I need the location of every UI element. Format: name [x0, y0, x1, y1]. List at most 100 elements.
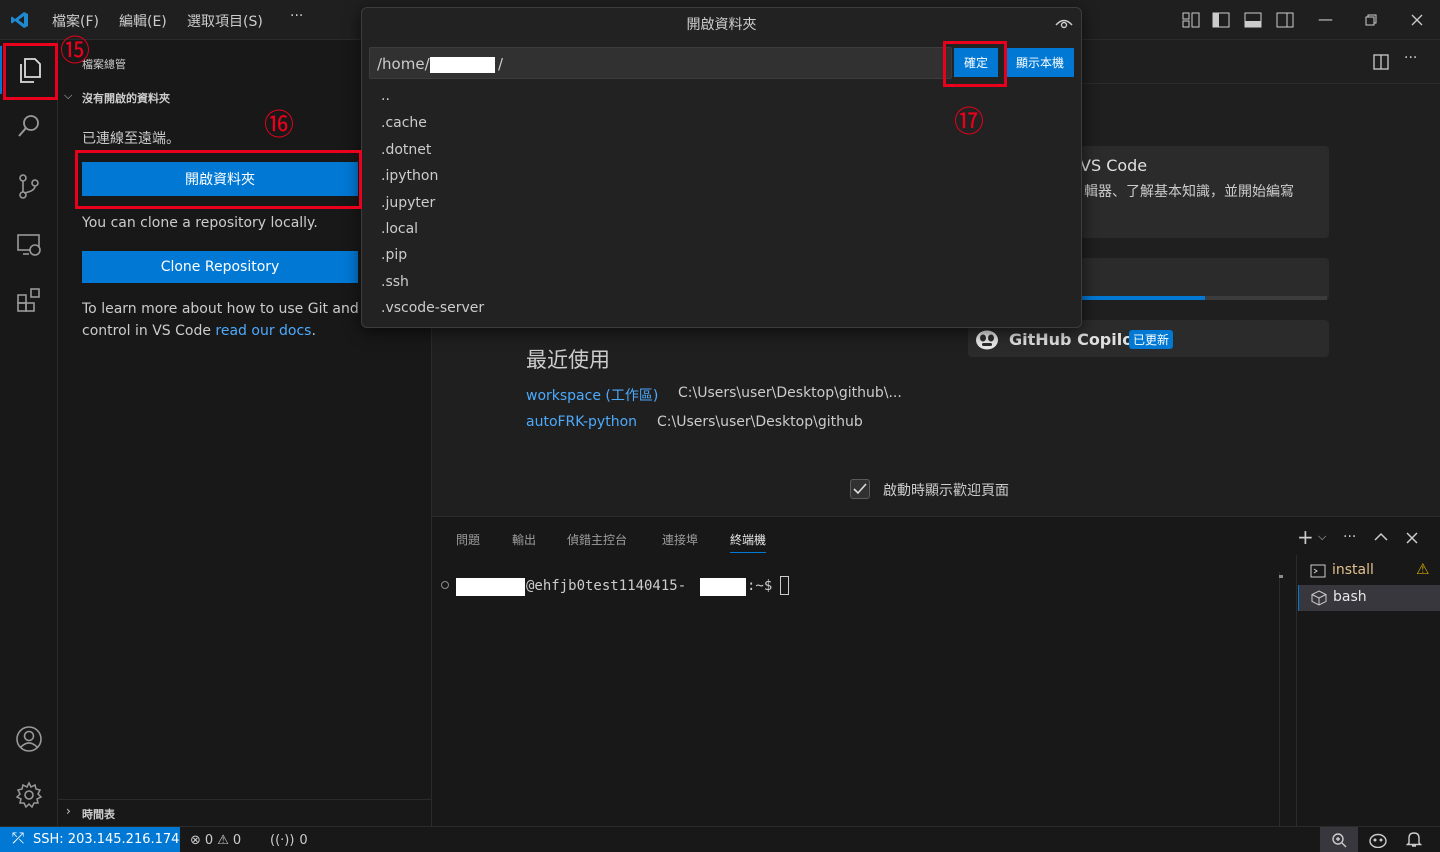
- chevron-right-icon[interactable]: ›: [66, 804, 71, 818]
- annotation-15: ⑮: [60, 34, 90, 69]
- show-hidden-files-eye-icon[interactable]: [1055, 16, 1073, 30]
- toggle-panel-icon[interactable]: [1244, 12, 1262, 28]
- problems-status[interactable]: ⊗ 0 ⚠ 0: [190, 830, 241, 850]
- walkthrough-title: VS Code: [1080, 156, 1148, 175]
- clone-hint-text: You can clone a repository locally.: [82, 215, 318, 231]
- search-icon[interactable]: [0, 102, 58, 150]
- status-bar: ⤱ SSH: 203.145.216.174 ⊗ 0 ⚠ 0 ((·)) 0: [0, 826, 1440, 852]
- clone-repository-button[interactable]: Clone Repository: [82, 251, 358, 283]
- folder-item-parent[interactable]: ..: [381, 88, 390, 104]
- terminal-area[interactable]: [432, 555, 1280, 827]
- warning-count: 0: [232, 832, 242, 848]
- recent-item-autofrk[interactable]: autoFRK-python: [526, 414, 637, 430]
- remote-host-label: SSH: 203.145.216.174: [33, 832, 180, 847]
- vscode-logo-icon: [11, 12, 28, 28]
- menu-selection[interactable]: 選取項目(S): [187, 11, 263, 31]
- folder-item-ssh[interactable]: .ssh: [381, 274, 409, 290]
- bash-cube-icon: [1311, 590, 1327, 606]
- bottom-panel: 問題 輸出 偵錯主控台 連接埠 終端機 + ⌵ ··· @ehfjb0test1…: [432, 516, 1440, 827]
- recent-item-workspace[interactable]: workspace (工作區): [526, 385, 658, 405]
- ports-status[interactable]: ((·)) 0: [270, 830, 308, 850]
- remote-indicator[interactable]: ⤱ SSH: 203.145.216.174: [0, 827, 180, 852]
- copilot-label: GitHub Copilot: [1009, 330, 1141, 349]
- folder-item-jupyter[interactable]: .jupyter: [381, 195, 435, 211]
- source-control-icon[interactable]: [0, 162, 58, 210]
- folder-item-pip[interactable]: .pip: [381, 247, 407, 263]
- terminal-tab-bash-label: bash: [1333, 589, 1367, 605]
- manage-gear-icon[interactable]: [0, 771, 58, 819]
- copilot-updated-badge: 已更新: [1129, 330, 1174, 349]
- warning-icon: ⚠: [1416, 560, 1430, 578]
- tab-output[interactable]: 輸出: [512, 531, 536, 548]
- tab-problems[interactable]: 問題: [456, 531, 480, 548]
- minimize-icon[interactable]: —: [1318, 10, 1333, 28]
- extensions-icon[interactable]: [0, 276, 58, 324]
- terminal-icon: [1310, 564, 1326, 578]
- remote-icon: ⤱: [12, 829, 25, 847]
- restore-icon[interactable]: [1365, 14, 1377, 26]
- chevron-down-icon[interactable]: ⌵: [64, 89, 72, 103]
- walkthrough-desc: 輯器、了解基本知識，並開始編寫: [1084, 184, 1294, 200]
- highlight-box-open-folder: [75, 150, 362, 209]
- learn-git-end: .: [311, 323, 316, 339]
- tab-terminal[interactable]: 終端機: [730, 531, 767, 553]
- notifications-bell-icon[interactable]: [1406, 831, 1422, 848]
- folder-item-dotnet[interactable]: .dotnet: [381, 142, 431, 158]
- panel-more-actions-icon[interactable]: ···: [1343, 529, 1356, 545]
- split-editor-icon[interactable]: [1373, 54, 1389, 70]
- timeline-section-header[interactable]: 時間表: [82, 806, 115, 822]
- redacted-home-dir: [430, 57, 495, 73]
- walkthrough-progress-fill: [1082, 296, 1205, 300]
- no-folder-section-header[interactable]: 沒有開啟的資料夾: [82, 90, 170, 106]
- accounts-icon[interactable]: [0, 715, 58, 763]
- editor-more-actions-icon[interactable]: ···: [1404, 50, 1417, 66]
- ports-count: 0: [299, 832, 308, 848]
- tab-ports[interactable]: 連接埠: [662, 531, 698, 548]
- warning-status-icon: ⚠: [217, 832, 229, 848]
- folder-item-ipython[interactable]: .ipython: [381, 168, 438, 184]
- broadcast-icon: ((·)): [270, 832, 295, 848]
- walkthrough-progress-track: [1082, 296, 1327, 300]
- timeline-divider: [58, 799, 431, 800]
- recent-title: 最近使用: [526, 348, 610, 372]
- folder-item-vscode-server[interactable]: .vscode-server: [381, 300, 484, 316]
- terminal-tab-bash[interactable]: bash: [1298, 585, 1440, 611]
- highlight-box-ok: [943, 41, 1007, 87]
- error-count: 0: [204, 832, 214, 848]
- learn-git-line2: control in VS Code read our docs.: [82, 323, 316, 339]
- connected-remote-text: 已連線至遠端。: [82, 131, 180, 147]
- copilot-icon: [976, 330, 998, 350]
- terminal-dropdown-chevron-icon[interactable]: ⌵: [1318, 530, 1326, 544]
- read-docs-link[interactable]: read our docs: [215, 323, 311, 339]
- folder-item-cache[interactable]: .cache: [381, 115, 427, 131]
- maximize-panel-chevron-up-icon[interactable]: [1374, 532, 1388, 542]
- copilot-status-icon[interactable]: [1369, 832, 1387, 848]
- close-window-icon[interactable]: [1411, 14, 1423, 26]
- toggle-secondary-sidebar-icon[interactable]: [1276, 12, 1294, 28]
- menu-edit[interactable]: 編輯(E): [119, 11, 167, 31]
- walkthrough-progress-card[interactable]: [1080, 258, 1329, 300]
- zoom-status[interactable]: [1320, 827, 1358, 852]
- tab-debug-console[interactable]: 偵錯主控台: [567, 531, 627, 548]
- checkmark-icon: [853, 483, 867, 495]
- terminal-scrollbar[interactable]: [1279, 572, 1280, 827]
- terminal-scroll-thumb[interactable]: [1279, 575, 1283, 578]
- recent-path-workspace: C:\Users\user\Desktop\github\...: [678, 385, 902, 401]
- customize-layout-icon[interactable]: [1182, 12, 1200, 28]
- toggle-primary-sidebar-icon[interactable]: [1212, 12, 1230, 28]
- show-local-button[interactable]: 顯示本機: [1006, 48, 1074, 77]
- learn-git-text-2: control in VS Code: [82, 323, 216, 339]
- quick-pick-title: 開啟資料夾: [686, 17, 757, 33]
- menu-more[interactable]: ···: [290, 8, 303, 24]
- activity-bar: [0, 40, 58, 826]
- path-input[interactable]: /home/ /: [369, 47, 952, 79]
- show-on-startup-checkbox[interactable]: [850, 479, 870, 499]
- path-input-prefix: /home/: [377, 55, 430, 73]
- remote-explorer-icon[interactable]: [0, 220, 58, 268]
- terminal-tab-install[interactable]: install ⚠: [1298, 559, 1440, 583]
- show-on-startup-label: 啟動時顯示歡迎頁面: [883, 483, 1009, 499]
- annotation-17: ⑰: [954, 105, 984, 140]
- new-terminal-plus-icon[interactable]: +: [1297, 525, 1314, 549]
- folder-item-local[interactable]: .local: [381, 221, 418, 237]
- close-panel-icon[interactable]: [1406, 532, 1418, 544]
